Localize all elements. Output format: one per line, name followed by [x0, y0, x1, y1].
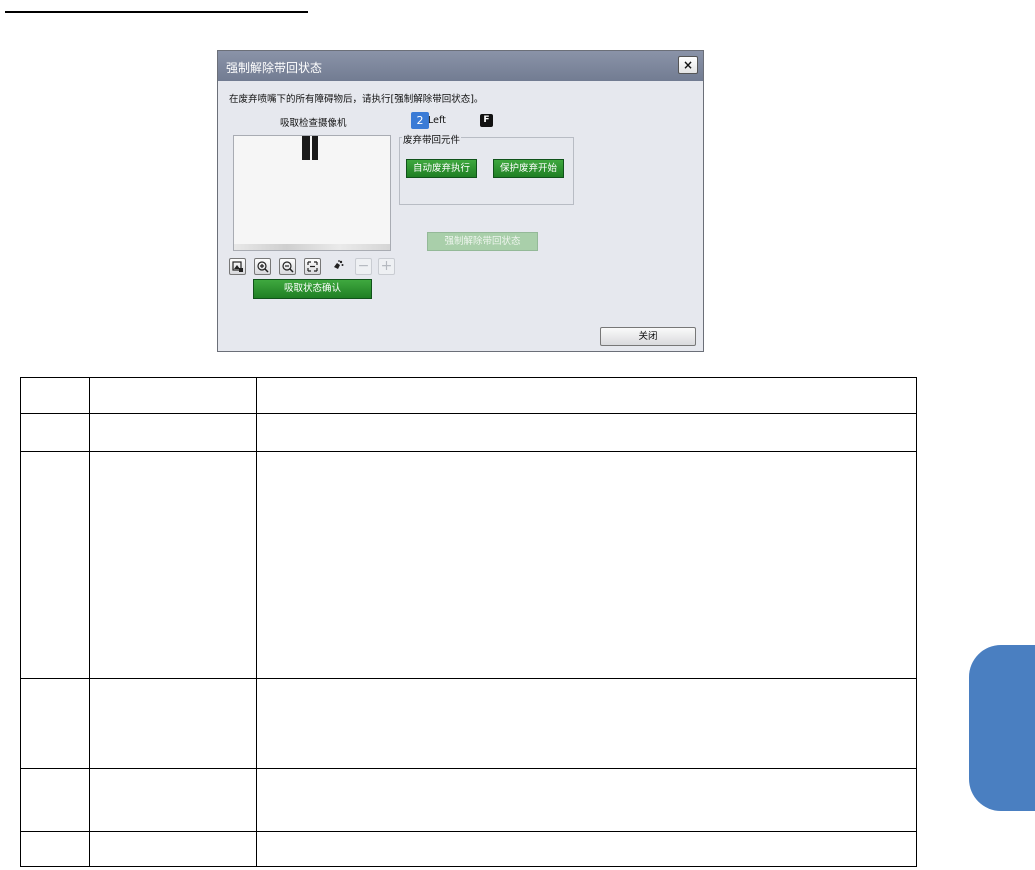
minus-icon[interactable]: − — [355, 258, 372, 275]
zoom-out-icon[interactable] — [279, 258, 296, 275]
table-cell — [89, 377, 257, 414]
discard-return-group-title: 废弃带回元件 — [402, 132, 462, 146]
table-cell — [20, 768, 90, 832]
chapter-side-tab — [969, 645, 1035, 811]
table-row — [20, 451, 917, 679]
table-cell — [256, 451, 917, 679]
table-row — [20, 678, 917, 769]
table-row — [20, 768, 917, 832]
header-rule — [5, 11, 308, 13]
table-row — [20, 831, 917, 867]
table-cell — [20, 831, 90, 867]
table-cell — [256, 678, 917, 769]
camera-view — [233, 135, 391, 251]
dialog-close-icon[interactable]: × — [678, 56, 698, 74]
table-cell — [89, 831, 257, 867]
fit-icon[interactable] — [304, 258, 321, 275]
table-cell — [256, 377, 917, 414]
table-cell — [89, 413, 257, 452]
table-cell — [20, 678, 90, 769]
table-cell — [89, 768, 257, 832]
protect-discard-button[interactable]: 保护废弃开始 — [493, 159, 564, 178]
plus-icon[interactable]: + — [378, 258, 395, 275]
f-badge: F — [480, 114, 493, 127]
camera-label: 吸取检查摄像机 — [280, 118, 347, 129]
table-cell — [89, 678, 257, 769]
table-cell — [20, 413, 90, 452]
table-cell — [89, 451, 257, 679]
pickup-confirm-button[interactable]: 吸取状态确认 — [253, 279, 372, 299]
auto-discard-button[interactable]: 自动废弃执行 — [406, 159, 477, 178]
instruction-text: 在废弃喷嘴下的所有障碍物后，请执行[强制解除带回状态]。 — [229, 94, 484, 105]
nozzle-number-badge: 2 — [411, 112, 429, 129]
force-release-dialog: 强制解除带回状态 × 在废弃喷嘴下的所有障碍物后，请执行[强制解除带回状态]。 … — [217, 50, 704, 352]
table-cell — [256, 768, 917, 832]
nozzle-side-label: Left — [428, 115, 446, 126]
table-row — [20, 377, 917, 414]
close-button[interactable]: 关闭 — [600, 327, 696, 346]
description-table — [20, 377, 917, 867]
table-cell — [256, 831, 917, 867]
table-cell — [256, 413, 917, 452]
force-release-button[interactable]: 强制解除带回状态 — [427, 232, 538, 251]
table-cell — [20, 451, 90, 679]
dialog-titlebar: 强制解除带回状态 × — [218, 51, 703, 81]
zoom-in-icon[interactable] — [254, 258, 271, 275]
light-icon[interactable] — [330, 258, 347, 275]
table-cell — [20, 377, 90, 414]
table-row — [20, 413, 917, 452]
image-select-icon[interactable] — [229, 258, 246, 275]
dialog-title: 强制解除带回状态 — [226, 61, 323, 75]
